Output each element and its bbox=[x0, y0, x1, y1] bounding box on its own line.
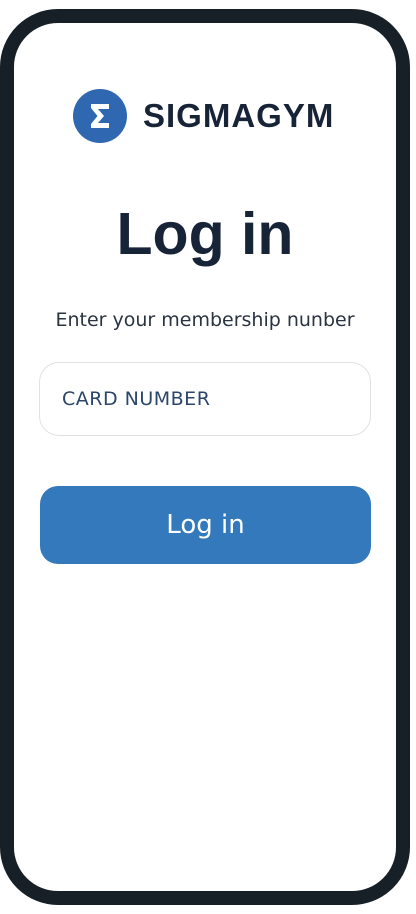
card-number-input[interactable] bbox=[39, 362, 371, 436]
login-screen: SIGMAGYM Log in Enter your membership nu… bbox=[14, 23, 396, 891]
brand-name: SIGMAGYM bbox=[143, 97, 335, 134]
sigma-icon bbox=[73, 89, 127, 143]
login-instructions: Enter your membership nunber bbox=[55, 309, 355, 331]
page-title: Log in bbox=[116, 201, 294, 267]
phone-frame: SIGMAGYM Log in Enter your membership nu… bbox=[0, 9, 410, 905]
login-button[interactable]: Log in bbox=[40, 486, 371, 564]
brand-header: SIGMAGYM bbox=[73, 88, 334, 144]
